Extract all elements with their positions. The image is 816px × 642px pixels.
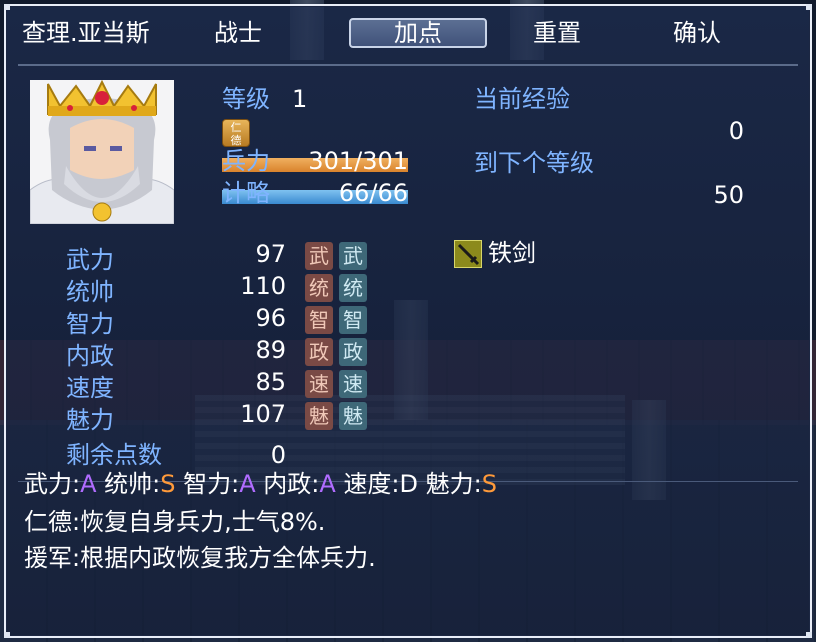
exp-value: 0: [728, 117, 744, 145]
king-portrait-image: [30, 80, 174, 224]
window-corner: [4, 632, 10, 638]
stat-name: 统帅: [66, 278, 114, 306]
mp-value: 66/66: [338, 179, 408, 207]
reset-button[interactable]: 重置: [516, 16, 598, 50]
divider: [18, 64, 798, 66]
grade-label: 智力:: [183, 470, 240, 498]
skill-description: 仁德:恢复自身兵力,士气8%.: [24, 508, 326, 536]
stat-name: 内政: [66, 342, 114, 370]
add-points-button[interactable]: 加点: [349, 18, 487, 48]
character-name: 查理.亚当斯: [22, 19, 150, 47]
level-value: 1: [292, 85, 308, 113]
confirm-button[interactable]: 确认: [656, 16, 738, 50]
exp-label: 当前经验: [474, 85, 570, 113]
remaining-points-label: 剩余点数: [66, 441, 162, 469]
stat-decrease-button[interactable]: 智: [305, 306, 333, 334]
trait-badge-text: 仁德: [230, 121, 242, 147]
skill-description: 援军:根据内政恢复我方全体兵力.: [24, 544, 376, 572]
grade-value: S: [160, 470, 176, 498]
grade-value: A: [80, 470, 97, 498]
stat-name: 速度: [66, 374, 114, 402]
character-portrait: [30, 80, 174, 224]
stat-increase-button[interactable]: 智: [339, 306, 367, 334]
grade-label: 统帅:: [104, 470, 161, 498]
window-corner: [4, 4, 10, 10]
grade-label: 速度:: [343, 470, 400, 498]
trait-badge-icon: 仁德: [222, 119, 250, 147]
hp-value: 301/301: [308, 147, 408, 175]
stat-value: 97: [255, 240, 286, 268]
stat-value: 107: [240, 400, 286, 428]
stat-decrease-button[interactable]: 魅: [305, 402, 333, 430]
stat-increase-button[interactable]: 武: [339, 242, 367, 270]
stat-name: 武力: [66, 246, 114, 274]
stat-increase-button[interactable]: 政: [339, 338, 367, 366]
stat-decrease-button[interactable]: 速: [305, 370, 333, 398]
window-corner: [806, 632, 812, 638]
grade-separator: [418, 470, 426, 498]
remaining-points-value: 0: [270, 441, 286, 469]
grades-row: 武力:A 统帅:S 智力:A 内政:A 速度:D 魅力:S: [24, 469, 497, 499]
grades-list: 武力:A 统帅:S 智力:A 内政:A 速度:D 魅力:S: [24, 470, 497, 498]
character-class: 战士: [214, 19, 262, 47]
stat-decrease-button[interactable]: 统: [305, 274, 333, 302]
stat-name: 魅力: [66, 406, 114, 434]
grade-value: A: [319, 470, 336, 498]
grade-value: A: [239, 470, 256, 498]
weapon-name[interactable]: 铁剑: [488, 238, 536, 268]
next-level-value: 50: [713, 181, 744, 209]
stat-increase-button[interactable]: 速: [339, 370, 367, 398]
mp-label: 计略: [222, 179, 270, 207]
level-label: 等级: [222, 85, 270, 113]
stat-value: 110: [240, 272, 286, 300]
sword-icon: [454, 240, 482, 268]
grade-separator: [97, 470, 105, 498]
hp-label: 兵力: [222, 147, 270, 175]
grade-separator: [175, 470, 183, 498]
stat-value: 85: [255, 368, 286, 396]
grade-value: S: [481, 470, 497, 498]
stat-name: 智力: [66, 310, 114, 338]
stat-value: 96: [255, 304, 286, 332]
stat-increase-button[interactable]: 统: [339, 274, 367, 302]
stat-decrease-button[interactable]: 政: [305, 338, 333, 366]
stat-value: 89: [255, 336, 286, 364]
stat-decrease-button[interactable]: 武: [305, 242, 333, 270]
window-corner: [806, 4, 812, 10]
grade-value: D: [399, 470, 419, 498]
next-level-label: 到下个等级: [474, 149, 594, 177]
sword-icon-graphic: [457, 243, 480, 266]
grade-label: 武力:: [24, 470, 81, 498]
grade-label: 内政:: [263, 470, 320, 498]
stat-increase-button[interactable]: 魅: [339, 402, 367, 430]
grade-label: 魅力:: [425, 470, 482, 498]
